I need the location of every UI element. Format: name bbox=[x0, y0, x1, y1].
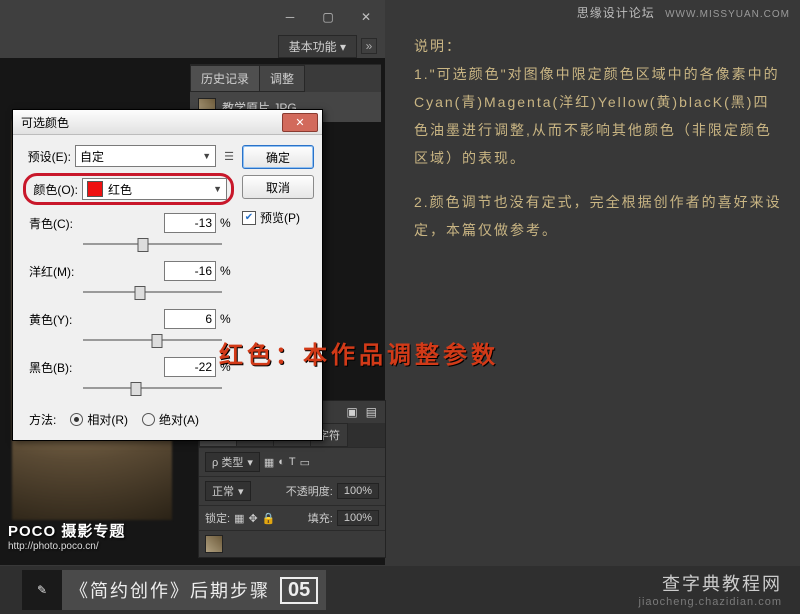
magenta-slider[interactable] bbox=[83, 283, 222, 301]
footer-title: 《简约创作》后期步骤 bbox=[70, 577, 270, 603]
radio-unchecked-icon bbox=[142, 413, 155, 426]
minimize-button[interactable]: ─ bbox=[271, 7, 309, 27]
preview-label: 预览(P) bbox=[260, 209, 300, 226]
chazidian-watermark: 查字典教程网 jiaocheng.chazidian.com bbox=[639, 570, 782, 608]
chevron-down-icon: ▼ bbox=[202, 151, 211, 161]
watermark-url: WWW.MISSYUAN.COM bbox=[665, 9, 790, 20]
black-label: 黑色(B): bbox=[23, 359, 81, 376]
close-button[interactable]: ✕ bbox=[347, 7, 385, 27]
lock-position-icon[interactable]: ✥ bbox=[248, 512, 257, 525]
explanation-block: 说明： 1."可选颜色"对图像中限定颜色区域中的各像素中的Cyan(青)Mage… bbox=[414, 32, 784, 244]
fill-label: 填充: bbox=[308, 510, 333, 526]
preset-label: 预设(E): bbox=[23, 148, 71, 165]
annotation-red-heading: 红色：本作品调整参数 bbox=[219, 335, 499, 370]
lock-all-icon[interactable]: 🔒 bbox=[262, 512, 276, 525]
preset-value: 自定 bbox=[80, 148, 104, 165]
zd-brand-a: 查字典 bbox=[662, 574, 722, 594]
panel-options-icon[interactable]: ▤ bbox=[366, 405, 377, 419]
layer-row[interactable] bbox=[199, 530, 385, 557]
layer-thumbnail-icon bbox=[205, 535, 223, 553]
lock-pixels-icon[interactable]: ▦ bbox=[234, 512, 244, 525]
absolute-label: 绝对(A) bbox=[159, 411, 199, 428]
ok-button[interactable]: 确定 bbox=[242, 145, 314, 169]
tab-adjustments[interactable]: 调整 bbox=[259, 65, 305, 92]
yellow-input[interactable]: 6 bbox=[164, 309, 216, 329]
method-label: 方法: bbox=[29, 411, 56, 428]
tab-history[interactable]: 历史记录 bbox=[190, 65, 260, 92]
explanation-p1: 1."可选颜色"对图像中限定颜色区域中的各像素中的Cyan(青)Magenta(… bbox=[414, 60, 784, 172]
red-swatch-icon bbox=[87, 181, 103, 197]
color-label: 颜色(O): bbox=[30, 181, 78, 198]
poco-title: POCO 摄影专题 bbox=[8, 520, 125, 541]
percent-label: % bbox=[220, 216, 234, 230]
maximize-button[interactable]: ▢ bbox=[309, 7, 347, 27]
cancel-button[interactable]: 取消 bbox=[242, 175, 314, 199]
cyan-label: 青色(C): bbox=[23, 215, 81, 232]
blend-mode-select[interactable]: 正常 ▾ bbox=[205, 481, 251, 501]
checkbox-checked-icon: ✔ bbox=[242, 211, 256, 225]
footer-bar: ✎ 《简约创作》后期步骤 05 查字典教程网 jiaocheng.chazidi… bbox=[0, 566, 800, 614]
filter-icon-4[interactable]: ▭ bbox=[300, 456, 310, 469]
percent-label: % bbox=[220, 312, 234, 326]
preset-select[interactable]: 自定 ▼ bbox=[75, 145, 216, 167]
preview-checkbox[interactable]: ✔ 预览(P) bbox=[242, 209, 314, 226]
close-icon[interactable]: ✕ bbox=[282, 113, 318, 132]
explanation-heading: 说明： bbox=[414, 32, 784, 60]
color-value: 红色 bbox=[108, 181, 132, 198]
black-input[interactable]: -22 bbox=[164, 357, 216, 377]
black-slider[interactable] bbox=[83, 379, 222, 397]
dialog-title: 可选颜色 bbox=[21, 114, 69, 131]
chevron-down-icon: ▾ bbox=[340, 40, 346, 54]
window-controls: ─ ▢ ✕ bbox=[0, 0, 385, 34]
relative-label: 相对(R) bbox=[87, 411, 128, 428]
relative-radio[interactable]: 相对(R) bbox=[70, 411, 128, 428]
magenta-input[interactable]: -16 bbox=[164, 261, 216, 281]
cyan-input[interactable]: -13 bbox=[164, 213, 216, 233]
lock-label: 锁定: bbox=[205, 510, 230, 526]
selective-color-dialog: 可选颜色 ✕ 预设(E): 自定 ▼ ☰ 颜色(O): 红色 bbox=[12, 109, 323, 441]
filter-icon-3[interactable]: T bbox=[289, 456, 296, 468]
filter-icon[interactable]: ▦ bbox=[264, 456, 274, 469]
opacity-value[interactable]: 100% bbox=[337, 483, 379, 499]
workspace-button[interactable]: 基本功能 ▾ bbox=[278, 35, 357, 58]
magenta-label: 洋红(M): bbox=[23, 263, 81, 280]
opacity-label: 不透明度: bbox=[286, 483, 333, 499]
cyan-slider[interactable] bbox=[83, 235, 222, 253]
fill-value[interactable]: 100% bbox=[337, 510, 379, 526]
yellow-slider[interactable] bbox=[83, 331, 222, 349]
absolute-radio[interactable]: 绝对(A) bbox=[142, 411, 199, 428]
zd-url: jiaocheng.chazidian.com bbox=[639, 596, 782, 608]
color-select-highlight: 颜色(O): 红色 ▼ bbox=[23, 173, 234, 205]
step-number: 05 bbox=[280, 577, 318, 604]
zd-brand-b: 教程网 bbox=[722, 574, 782, 594]
preset-menu-icon[interactable]: ☰ bbox=[224, 150, 234, 163]
radio-checked-icon bbox=[70, 413, 83, 426]
filter-icon-2[interactable]: ◐ bbox=[278, 456, 285, 468]
color-select[interactable]: 红色 ▼ bbox=[82, 178, 227, 200]
layer-kind-filter[interactable]: ρ 类型 ▾ bbox=[205, 452, 260, 472]
workspace-label: 基本功能 bbox=[289, 40, 337, 54]
watermark-site: 思缘设计论坛 bbox=[577, 6, 655, 20]
poco-url: http://photo.poco.cn/ bbox=[8, 541, 125, 552]
camera-icon[interactable]: ▣ bbox=[346, 405, 357, 419]
explanation-p2: 2.颜色调节也没有定式，完全根据创作者的喜好来设定，本篇仅做参考。 bbox=[414, 188, 784, 244]
percent-label: % bbox=[220, 264, 234, 278]
yellow-label: 黄色(Y): bbox=[23, 311, 81, 328]
history-panel-tabs: 历史记录 调整 bbox=[190, 64, 381, 92]
chevron-down-icon: ▼ bbox=[213, 184, 222, 194]
poco-watermark: POCO 摄影专题 http://photo.poco.cn/ bbox=[8, 520, 125, 552]
brush-icon: ✎ bbox=[22, 570, 62, 610]
panel-menu-icon[interactable]: » bbox=[361, 38, 377, 54]
